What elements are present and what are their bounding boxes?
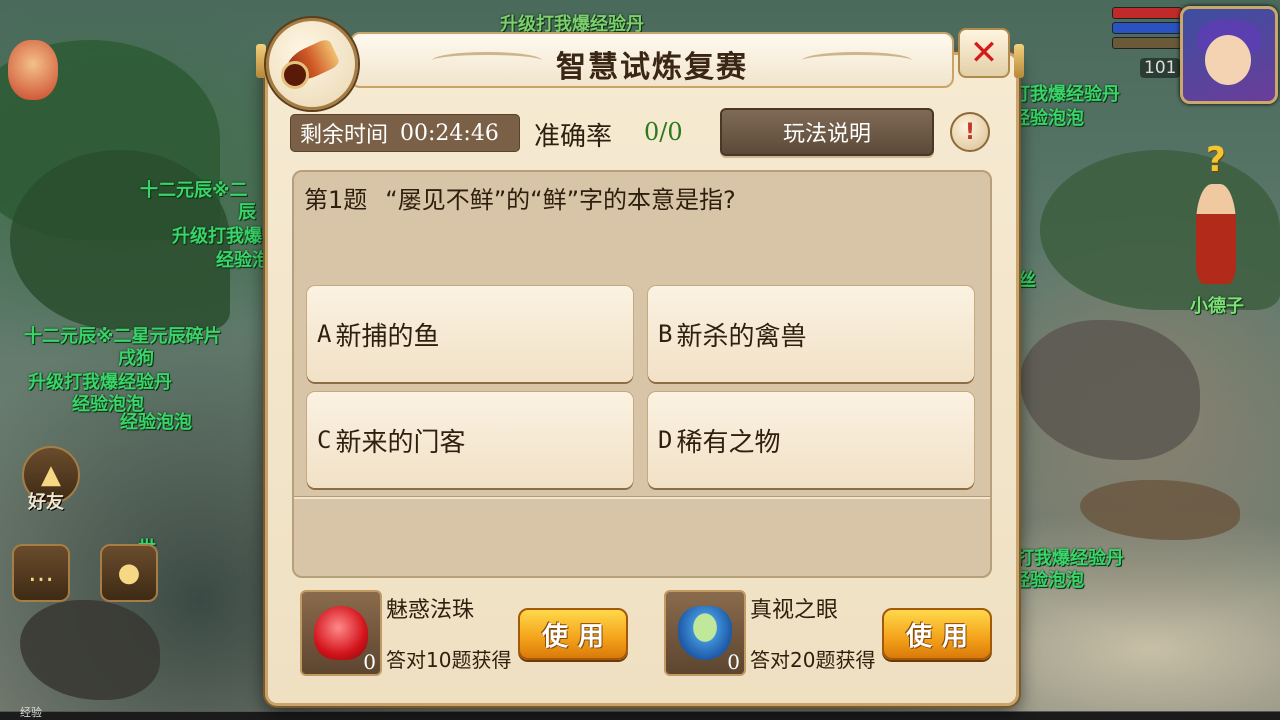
energy-bar <box>1112 37 1182 49</box>
question-number: 第1题 <box>304 186 368 214</box>
option-letter: A <box>317 320 332 348</box>
decor-pillar <box>1014 44 1024 78</box>
info-icon[interactable]: ! <box>950 112 990 152</box>
palm-tree <box>1040 150 1280 310</box>
close-icon: ✕ <box>969 33 999 73</box>
xp-label: 经验 <box>20 706 42 719</box>
quest-mark-icon[interactable]: ? <box>1206 140 1226 180</box>
world-label[interactable]: 经验泡泡 <box>120 408 192 434</box>
xp-bar: 经验 <box>0 706 1280 720</box>
npc-character[interactable] <box>1196 184 1236 284</box>
timer-box: 剩余时间 00:24:46 <box>290 114 520 152</box>
option-text: 新来的门客 <box>335 427 466 458</box>
item-slot-charm-orb[interactable]: 0 <box>300 590 382 676</box>
fortune-god-icon[interactable] <box>8 40 58 100</box>
timer-value: 00:24:46 <box>400 120 499 146</box>
item-name: 真视之眼 <box>750 598 839 623</box>
option-a[interactable]: A 新捕的鱼 <box>307 286 633 382</box>
blue-bowl-icon <box>678 606 732 660</box>
timer-label: 剩余时间 <box>300 123 389 148</box>
world-label[interactable]: 十二元辰※二 <box>140 176 248 202</box>
question-text: 第1题 “屡见不鲜”的“鲜”字的本意是指? <box>304 180 736 215</box>
question-body: “屡见不鲜”的“鲜”字的本意是指? <box>385 186 736 214</box>
horn-mouth <box>281 61 309 89</box>
item-count: 0 <box>727 650 740 674</box>
item-count: 0 <box>363 650 376 674</box>
chat-button[interactable]: … <box>12 544 70 602</box>
accuracy-label: 准确率 <box>534 122 613 152</box>
option-letter: C <box>317 426 332 454</box>
chat-bubble-icon: … <box>28 558 54 588</box>
option-text: 新杀的禽兽 <box>676 321 807 352</box>
title-bar: 智慧试炼复赛 <box>350 32 954 88</box>
horn-icon <box>266 18 358 110</box>
driftwood <box>1080 480 1240 540</box>
option-letter: B <box>658 320 673 348</box>
world-label[interactable]: 戌狗 <box>118 344 154 370</box>
rules-button[interactable]: 玩法说明 <box>720 108 934 156</box>
decor-pillar <box>256 44 266 78</box>
close-button[interactable]: ✕ <box>958 28 1010 78</box>
world-label[interactable]: 升级打我爆 <box>172 222 262 248</box>
accuracy-value: 0/0 <box>644 118 683 146</box>
world-label[interactable]: 丝 <box>1018 266 1036 292</box>
option-text: 稀有之物 <box>676 427 781 458</box>
option-b[interactable]: B 新杀的禽兽 <box>648 286 974 382</box>
hp-bar <box>1112 7 1182 19</box>
item-condition: 答对10题获得 <box>386 648 512 672</box>
item-name: 魅惑法珠 <box>386 598 475 623</box>
player-level: 101 <box>1140 58 1181 78</box>
world-label[interactable]: 经验泡泡 <box>1012 566 1084 592</box>
world-label[interactable]: 打我爆经验丹 <box>1012 80 1120 106</box>
option-text: 新捕的鱼 <box>335 321 440 352</box>
dialog-title: 智慧试炼复赛 <box>556 50 748 85</box>
npc-name[interactable]: 小德子 <box>1190 292 1244 318</box>
use-button[interactable]: 使用 <box>518 608 628 660</box>
world-label[interactable]: 辰 <box>238 198 256 224</box>
use-button[interactable]: 使用 <box>882 608 992 660</box>
option-c[interactable]: C 新来的门客 <box>307 392 633 488</box>
status-bars <box>1112 4 1182 52</box>
friends-label: 好友 <box>28 492 64 513</box>
red-heart-orb-icon <box>314 606 368 660</box>
rock <box>1020 320 1200 460</box>
rock <box>20 600 160 700</box>
player-avatar[interactable] <box>1180 6 1278 104</box>
avatar-face <box>1205 35 1251 85</box>
item-condition: 答对20题获得 <box>750 648 876 672</box>
microphone-icon: ● <box>117 558 141 588</box>
item-slot-true-sight-eye[interactable]: 0 <box>664 590 746 676</box>
mp-bar <box>1112 22 1182 34</box>
option-letter: D <box>658 426 673 454</box>
divider <box>294 496 990 499</box>
option-d[interactable]: D 稀有之物 <box>648 392 974 488</box>
world-label[interactable]: 经验泡 <box>216 246 270 272</box>
voice-button[interactable]: ● <box>100 544 158 602</box>
world-label[interactable]: 经验泡泡 <box>1012 104 1084 130</box>
